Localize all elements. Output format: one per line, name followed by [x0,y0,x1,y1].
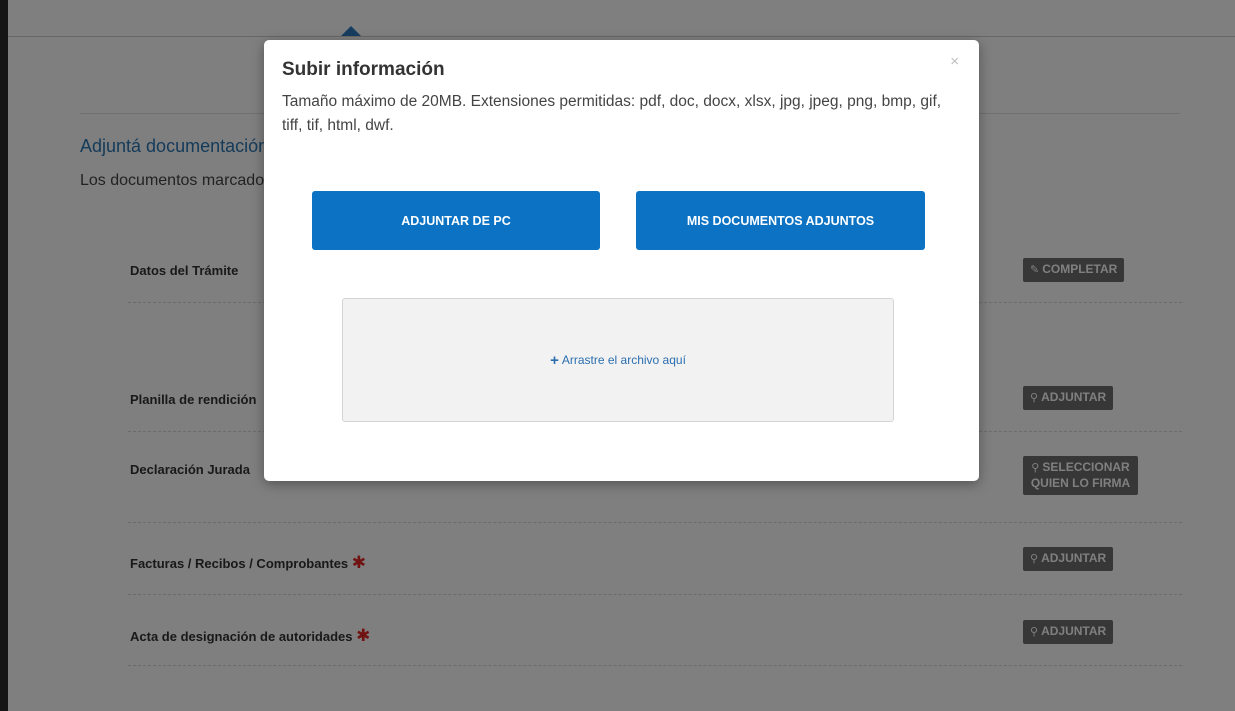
modal-title: Subir información [282,59,445,80]
modal-description: Tamaño máximo de 20MB. Extensiones permi… [282,93,942,134]
upload-modal: Subir información × Tamaño máximo de 20M… [264,40,979,481]
file-dropzone[interactable]: + Arrastre el archivo aquí [342,298,894,422]
close-icon[interactable]: × [950,53,959,70]
my-documents-button[interactable]: MIS DOCUMENTOS ADJUNTOS [636,191,925,250]
dropzone-label: Arrastre el archivo aquí [561,353,686,367]
plus-icon: + [550,351,559,369]
attach-from-pc-label: ADJUNTAR DE PC [401,213,511,228]
attach-from-pc-button[interactable]: ADJUNTAR DE PC [312,191,600,250]
my-documents-label: MIS DOCUMENTOS ADJUNTOS [686,213,875,228]
